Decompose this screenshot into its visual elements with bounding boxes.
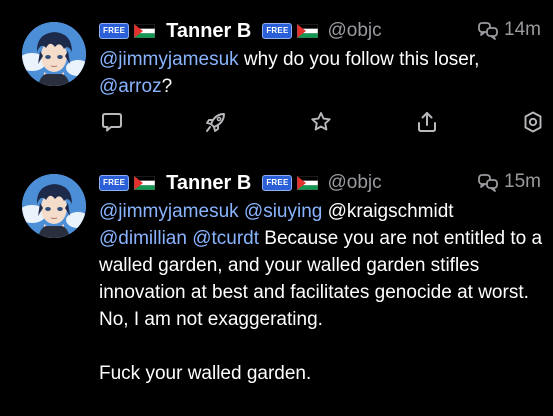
free-badge: FREE [262,23,293,39]
avatar-image [22,174,86,238]
thread-icon [478,22,498,40]
avatar[interactable] [22,22,86,86]
rocket-icon [206,113,225,132]
post-paragraph: Fuck your walled garden. [99,363,312,384]
mention-link[interactable]: @arroz [99,76,162,97]
post-header: FREE Tanner B FREE @objc 15m [99,166,545,200]
post-content: FREE Tanner B FREE @objc 14m @jimmyjames… [99,14,545,100]
post-header: FREE Tanner B FREE @objc 14m [99,14,545,48]
thread-icon [478,174,498,192]
mention-link[interactable]: @jimmyjamesuk [99,201,239,222]
share-button[interactable] [415,110,439,134]
mention-link[interactable]: @dimillian [99,228,187,249]
timestamp[interactable]: 14m [504,19,541,41]
mention-link[interactable]: @siuying [244,201,322,222]
author-handle[interactable]: @objc [327,172,381,194]
free-badge: FREE [99,23,130,39]
palestine-flag-icon [134,176,156,190]
avatar-image [22,22,86,86]
free-badge: FREE [262,175,293,191]
more-icon [524,111,542,133]
palestine-flag-icon [297,176,319,190]
reply-icon [102,113,122,132]
post-actions [99,110,542,136]
author-name[interactable]: Tanner B [166,20,251,43]
reply-button[interactable] [100,110,124,134]
post-text: why do you follow this loser, [238,49,480,70]
post-body: @jimmyjamesuk @siuying @kraigschmidt @dim… [99,198,545,387]
author-name[interactable]: Tanner B [166,172,251,195]
mention-link[interactable]: @tcurdt [192,228,259,249]
star-icon [311,112,331,131]
post-body: @jimmyjamesuk why do you follow this los… [99,46,545,100]
post-content: FREE Tanner B FREE @objc 15m @jimmyjames… [99,166,545,387]
free-badge: FREE [99,175,130,191]
post-meta: 15m [477,171,541,193]
post-meta: 14m [477,19,541,41]
palestine-flag-icon [297,24,319,38]
post-text: ? [161,76,173,97]
boost-button[interactable] [204,110,228,134]
author-handle[interactable]: @objc [327,20,381,42]
post-paragraph: @jimmyjamesuk @siuying @kraigschmidt @dim… [99,198,545,333]
favorite-button[interactable] [309,110,333,134]
avatar[interactable] [22,174,86,238]
mention-link[interactable]: @jimmyjamesuk [99,49,239,70]
more-button[interactable] [521,110,545,134]
share-icon [418,112,436,132]
mention-text: @kraigschmidt [327,201,454,222]
timestamp[interactable]: 15m [504,171,541,193]
palestine-flag-icon [134,24,156,38]
